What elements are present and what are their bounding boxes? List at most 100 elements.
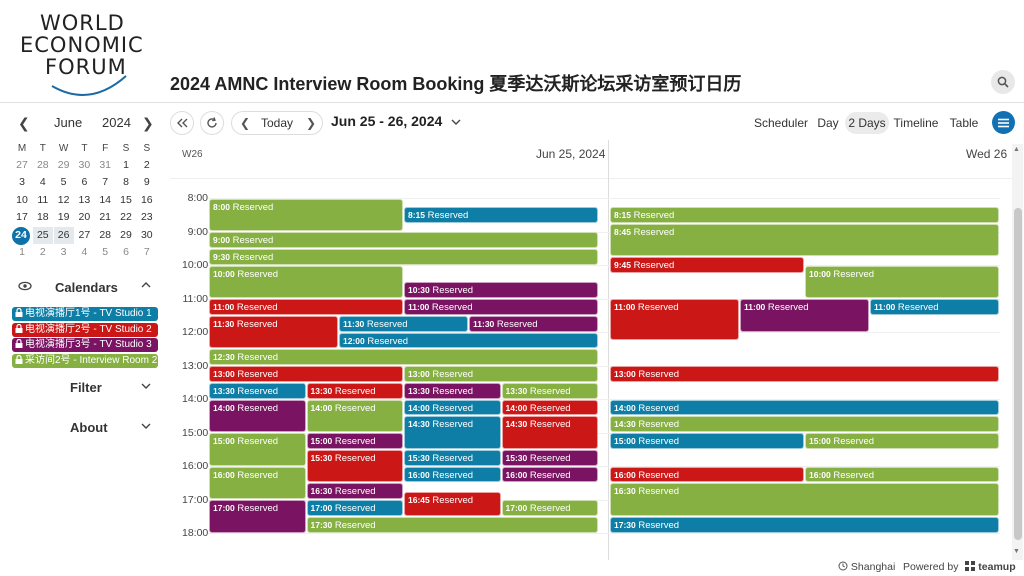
event-block[interactable]: 16:45 Reserved <box>404 491 501 516</box>
calendars-title[interactable]: Calendars <box>55 280 118 295</box>
event-block[interactable]: 15:30 Reserved <box>306 449 403 483</box>
mini-calendar-day[interactable]: 16 <box>137 192 157 209</box>
mini-calendar-day[interactable]: 22 <box>116 209 136 226</box>
mini-calendar-day[interactable]: 30 <box>74 157 94 174</box>
view-tab-scheduler[interactable]: Scheduler <box>752 112 810 134</box>
mini-calendar-day[interactable]: 19 <box>54 209 74 226</box>
next-period-button[interactable]: ❯ <box>306 116 316 130</box>
event-block[interactable]: 13:00 Reserved <box>209 366 403 382</box>
scrollbar-thumb[interactable] <box>1014 208 1022 540</box>
mini-calendar-day[interactable]: 14 <box>95 192 115 209</box>
event-block[interactable]: 17:00 Reserved <box>501 500 598 516</box>
mini-calendar-day[interactable]: 29 <box>116 227 136 244</box>
mini-calendar-day[interactable]: 5 <box>54 174 74 191</box>
mini-calendar-day[interactable]: 7 <box>137 244 157 261</box>
scroll-down-arrow[interactable]: ▼ <box>1013 548 1020 555</box>
mini-calendar-day[interactable]: 20 <box>74 209 94 226</box>
mini-calendar-day[interactable]: 1 <box>12 244 32 261</box>
refresh-button[interactable] <box>200 111 224 135</box>
event-block[interactable]: 8:45 Reserved <box>610 223 999 257</box>
wef-logo[interactable]: WORLD ECONOMIC FORUM <box>20 12 150 96</box>
event-block[interactable]: 10:00 Reserved <box>209 265 403 298</box>
mini-calendar-day[interactable]: 21 <box>95 209 115 226</box>
about-toggle[interactable]: About <box>10 418 160 438</box>
mini-calendar-day[interactable]: 6 <box>74 174 94 191</box>
mini-calendar-day[interactable]: 27 <box>74 227 94 244</box>
event-block[interactable]: 16:30 Reserved <box>610 483 999 516</box>
mini-calendar-day[interactable]: 26 <box>53 226 74 244</box>
event-block[interactable]: 17:30 Reserved <box>306 516 598 533</box>
event-block[interactable]: 11:30 Reserved <box>209 315 338 349</box>
event-block[interactable]: 16:00 Reserved <box>404 466 501 483</box>
event-block[interactable]: 13:00 Reserved <box>404 366 598 382</box>
filter-toggle[interactable]: Filter <box>10 378 160 398</box>
next-month-button[interactable]: ❯ <box>142 115 154 132</box>
event-block[interactable]: 11:00 Reserved <box>404 299 598 315</box>
calendar-item[interactable]: 电视演播厅3号 - TV Studio 3 <box>12 338 158 352</box>
event-block[interactable]: 15:00 Reserved <box>610 433 804 449</box>
date-range-picker[interactable]: Jun 25 - 26, 2024 <box>331 113 461 129</box>
mini-calendar-day[interactable]: 11 <box>33 192 53 209</box>
mini-calendar-day[interactable]: 3 <box>54 244 74 261</box>
mini-calendar-day[interactable]: 9 <box>137 174 157 191</box>
mini-calendar-day[interactable]: 30 <box>137 227 157 244</box>
day-header-wed-26[interactable]: Wed 26 <box>966 147 1007 161</box>
event-block[interactable]: 16:00 Reserved <box>610 466 804 483</box>
mini-calendar-day[interactable]: 1 <box>116 157 136 174</box>
event-block[interactable]: 10:00 Reserved <box>805 265 999 298</box>
mini-calendar-day[interactable]: 2 <box>33 244 53 261</box>
mini-calendar-day[interactable]: 18 <box>33 209 53 226</box>
event-block[interactable]: 17:30 Reserved <box>610 516 999 533</box>
mini-calendar-day[interactable]: 4 <box>33 174 53 191</box>
collapse-sidebar-button[interactable] <box>170 111 194 135</box>
event-block[interactable]: 8:15 Reserved <box>610 206 999 223</box>
event-block[interactable]: 11:30 Reserved <box>469 315 598 332</box>
event-block[interactable]: 14:00 Reserved <box>306 399 403 432</box>
mini-calendar-day[interactable]: 12 <box>54 192 74 209</box>
today-button[interactable]: Today <box>261 116 293 130</box>
chevron-up-icon[interactable] <box>141 280 151 290</box>
event-block[interactable]: 12:30 Reserved <box>209 349 598 365</box>
mini-calendar-day[interactable]: 5 <box>95 244 115 261</box>
event-block[interactable]: 12:00 Reserved <box>339 332 598 349</box>
menu-button[interactable] <box>992 111 1015 134</box>
event-block[interactable]: 9:45 Reserved <box>610 257 804 273</box>
mini-calendar-day[interactable]: 17 <box>12 209 32 226</box>
event-block[interactable]: 13:30 Reserved <box>501 382 598 399</box>
mini-calendar-day[interactable]: 23 <box>137 209 157 226</box>
event-block[interactable]: 15:00 Reserved <box>209 433 306 466</box>
scroll-up-arrow[interactable]: ▲ <box>1013 146 1020 153</box>
mini-calendar-month[interactable]: June <box>54 115 82 130</box>
view-tab-table[interactable]: Table <box>945 112 983 134</box>
event-block[interactable]: 11:00 Reserved <box>870 299 999 315</box>
mini-calendar-day[interactable]: 2 <box>137 157 157 174</box>
eye-icon[interactable] <box>18 280 32 292</box>
mini-calendar-day[interactable]: 10 <box>12 192 32 209</box>
event-block[interactable]: 14:00 Reserved <box>209 399 306 432</box>
event-block[interactable]: 14:00 Reserved <box>404 399 501 416</box>
mini-calendar-day[interactable]: 31 <box>95 157 115 174</box>
event-block[interactable]: 10:30 Reserved <box>404 282 598 298</box>
event-block[interactable]: 14:00 Reserved <box>501 399 598 416</box>
event-block[interactable]: 16:00 Reserved <box>209 466 306 499</box>
event-block[interactable]: 11:00 Reserved <box>209 299 403 315</box>
event-block[interactable]: 15:00 Reserved <box>805 433 999 449</box>
mini-calendar-day[interactable]: 28 <box>95 227 115 244</box>
mini-calendar-day[interactable]: 3 <box>12 174 32 191</box>
powered-by[interactable]: Powered by teamup <box>903 561 1016 573</box>
mini-calendar-year[interactable]: 2024 <box>102 115 131 130</box>
event-block[interactable]: 13:30 Reserved <box>306 382 403 399</box>
calendar-grid[interactable]: W26 Jun 25, 2024 Wed 26 8:00 9:00 10:00 11:… <box>170 140 1012 560</box>
mini-calendar-day[interactable]: 15 <box>116 192 136 209</box>
event-block[interactable]: 11:00 Reserved <box>740 299 869 332</box>
event-block[interactable]: 14:30 Reserved <box>501 416 598 449</box>
mini-calendar-day[interactable]: 7 <box>95 174 115 191</box>
event-block[interactable]: 15:30 Reserved <box>501 449 598 466</box>
event-block[interactable]: 9:00 Reserved <box>209 232 598 248</box>
mini-calendar-day[interactable]: 25 <box>32 226 53 244</box>
event-block[interactable]: 13:30 Reserved <box>404 382 501 399</box>
calendar-item[interactable]: 电视演播厅2号 - TV Studio 2 <box>12 322 158 337</box>
event-block[interactable]: 11:00 Reserved <box>610 299 739 340</box>
event-block[interactable]: 8:15 Reserved <box>404 206 598 223</box>
event-block[interactable]: 15:30 Reserved <box>404 449 501 466</box>
